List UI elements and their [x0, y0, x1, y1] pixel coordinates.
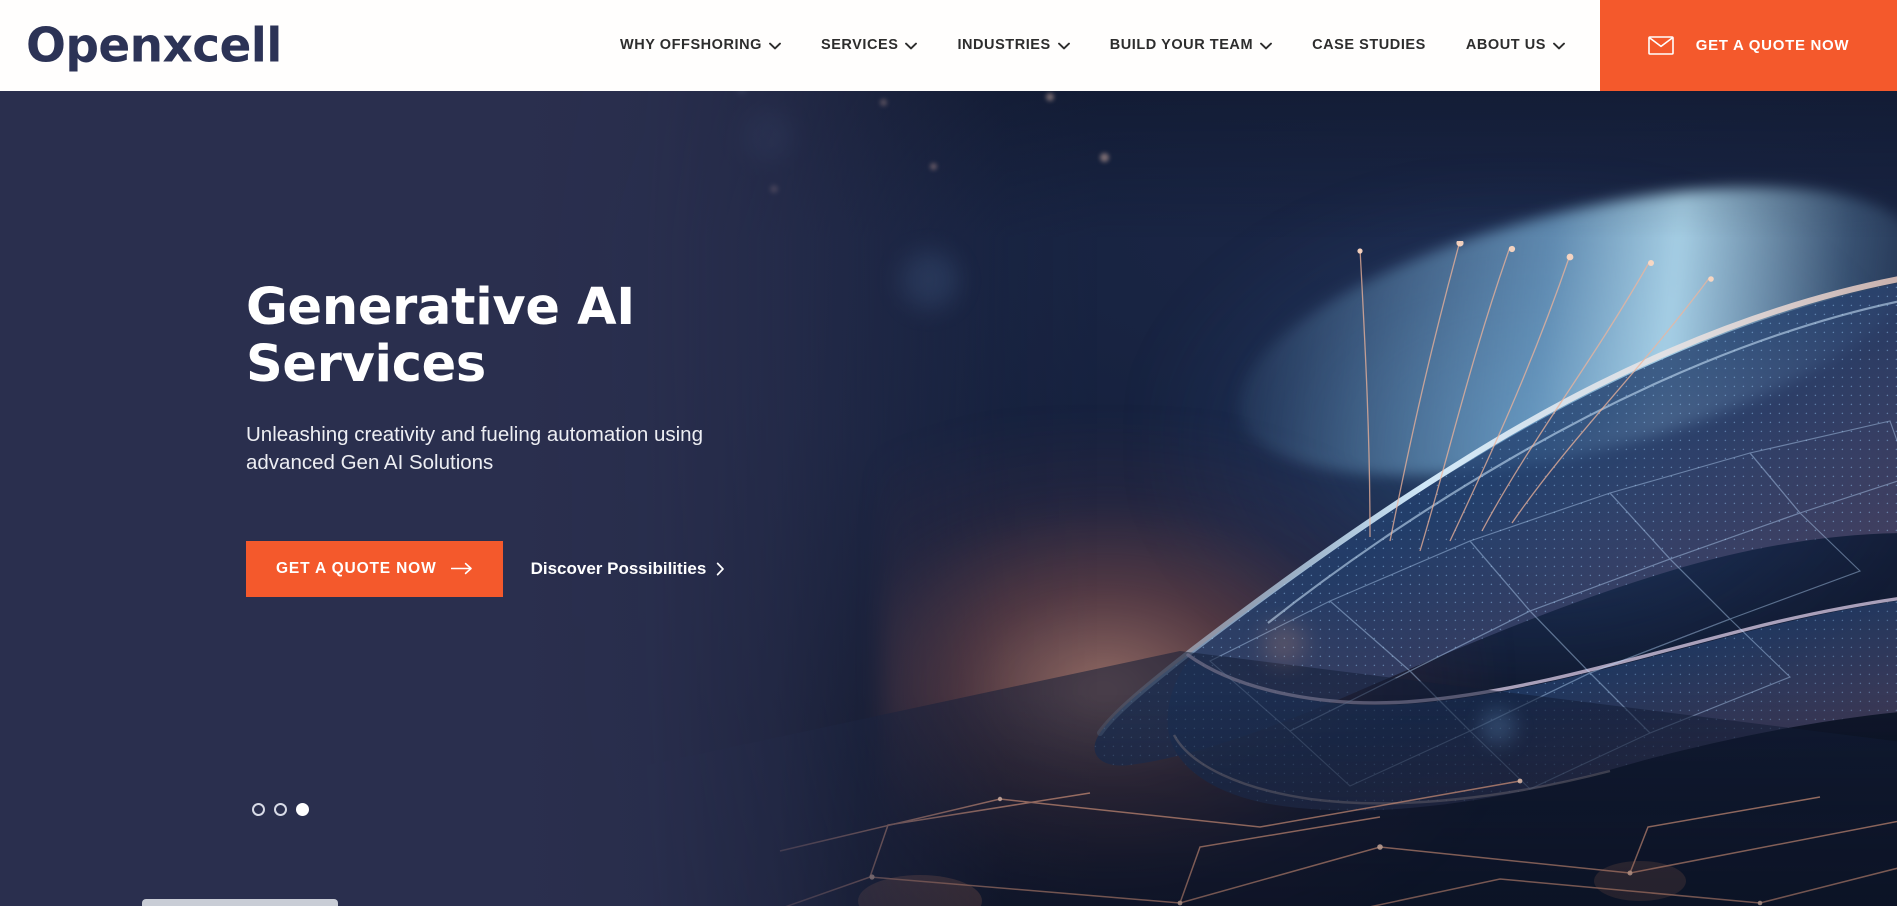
hero-quote-label: GET A QUOTE NOW	[276, 559, 437, 577]
chevron-right-icon	[716, 562, 725, 576]
nav-item-build-your-team[interactable]: BUILD YOUR TEAM	[1090, 0, 1292, 91]
site-header: Openxcell WHY OFFSHORING SERVICES INDUST…	[0, 0, 1897, 91]
hero-content: Generative AI Services Unleashing creati…	[246, 91, 866, 906]
nav-item-label: SERVICES	[820, 37, 899, 54]
nav-item-label: WHY OFFSHORING	[620, 37, 762, 54]
hero-discover-label: Discover Possibilities	[530, 559, 707, 579]
nav-item-about-us[interactable]: ABOUT US	[1446, 0, 1585, 91]
logo-text: Openxcell	[26, 18, 282, 73]
carousel-dot-1[interactable]	[252, 803, 265, 816]
chevron-down-icon	[1057, 42, 1070, 50]
chevron-down-icon	[1260, 42, 1273, 50]
nav-item-label: INDUSTRIES	[957, 37, 1051, 54]
main-navigation: WHY OFFSHORING SERVICES INDUSTRIES BUILD…	[600, 0, 1633, 91]
header-get-a-quote-button[interactable]: GET A QUOTE NOW	[1600, 0, 1897, 91]
site-logo[interactable]: Openxcell	[26, 22, 282, 69]
hero-discover-possibilities-link[interactable]: Discover Possibilities	[515, 541, 742, 597]
chevron-down-icon	[769, 42, 781, 50]
arrow-right-icon	[450, 562, 473, 575]
header-quote-label: GET A QUOTE NOW	[1695, 37, 1850, 54]
next-section-peek	[142, 899, 338, 906]
hero-subtitle: Unleashing creativity and fueling automa…	[246, 423, 703, 474]
hero-section: Generative AI Services Unleashing creati…	[0, 91, 1897, 906]
hero-carousel-dots	[252, 803, 309, 816]
nav-item-industries[interactable]: INDUSTRIES	[937, 0, 1089, 91]
nav-item-why-offshoring[interactable]: WHY OFFSHORING	[600, 0, 801, 91]
nav-item-label: ABOUT US	[1465, 37, 1546, 54]
nav-item-services[interactable]: SERVICES	[801, 0, 937, 91]
chevron-down-icon	[1553, 42, 1565, 50]
hero-cta-row: GET A QUOTE NOW Discover Possibilities	[246, 540, 866, 597]
page-root: Openxcell WHY OFFSHORING SERVICES INDUST…	[0, 0, 1897, 906]
nav-item-label: BUILD YOUR TEAM	[1109, 37, 1254, 54]
chevron-down-icon	[905, 42, 918, 50]
mail-icon	[1647, 36, 1674, 55]
nav-item-case-studies[interactable]: CASE STUDIES	[1292, 0, 1446, 91]
carousel-dot-2[interactable]	[274, 803, 287, 816]
hero-get-a-quote-button[interactable]: GET A QUOTE NOW	[246, 540, 503, 597]
nav-item-label: CASE STUDIES	[1312, 37, 1426, 54]
hero-title: Generative AI Services	[246, 278, 635, 394]
carousel-dot-3[interactable]	[296, 803, 309, 816]
